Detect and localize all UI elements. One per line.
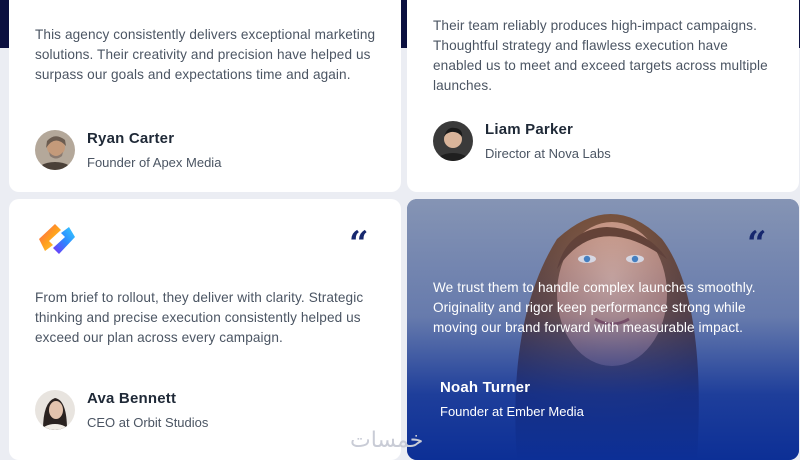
avatar: [35, 390, 75, 430]
header-band-left: [0, 0, 9, 48]
author-name: Noah Turner: [440, 379, 531, 396]
author-role: Director at Nova Labs: [485, 146, 611, 161]
testimonial-quote: Their team reliably produces high-impact…: [433, 18, 768, 93]
person-avatar-icon: [35, 130, 75, 170]
testimonial-card-ava-bennett: “ From brief to rollout, they deliver wi…: [9, 199, 401, 460]
testimonial-quote: This agency consistently delivers except…: [35, 27, 376, 82]
author-name: Ryan Carter: [87, 130, 175, 147]
testimonial-author: Liam Parker Director at Nova Labs: [433, 121, 611, 161]
testimonial-author: Noah Turner Founder at Ember Media: [440, 379, 584, 419]
gradient-diamond-logo-icon: [39, 224, 75, 254]
testimonial-author: Ryan Carter Founder of Apex Media: [35, 130, 221, 170]
testimonial-quote: We trust them to handle complex launches…: [433, 280, 756, 335]
testimonial-quote: From brief to rollout, they deliver with…: [35, 290, 364, 345]
person-avatar-icon: [433, 121, 473, 161]
author-name: Liam Parker: [485, 121, 574, 138]
quote-mark-icon: “: [747, 224, 767, 264]
author-name: Ava Bennett: [87, 390, 177, 407]
featured-testimonial-card-noah-turner: “ We trust them to handle complex launch…: [407, 199, 799, 460]
testimonial-card-ryan-carter: This agency consistently delivers except…: [9, 0, 401, 192]
avatar: [35, 130, 75, 170]
testimonial-author: Ava Bennett CEO at Orbit Studios: [35, 390, 208, 430]
avatar: [433, 121, 473, 161]
author-role: Founder at Ember Media: [440, 404, 584, 419]
person-avatar-icon: [35, 390, 75, 430]
author-role: CEO at Orbit Studios: [87, 415, 209, 430]
testimonial-card-liam-parker: Their team reliably produces high-impact…: [407, 0, 799, 192]
quote-mark-icon: “: [349, 224, 369, 264]
author-role: Founder of Apex Media: [87, 155, 222, 170]
watermark-logo: خمسات: [350, 428, 424, 453]
